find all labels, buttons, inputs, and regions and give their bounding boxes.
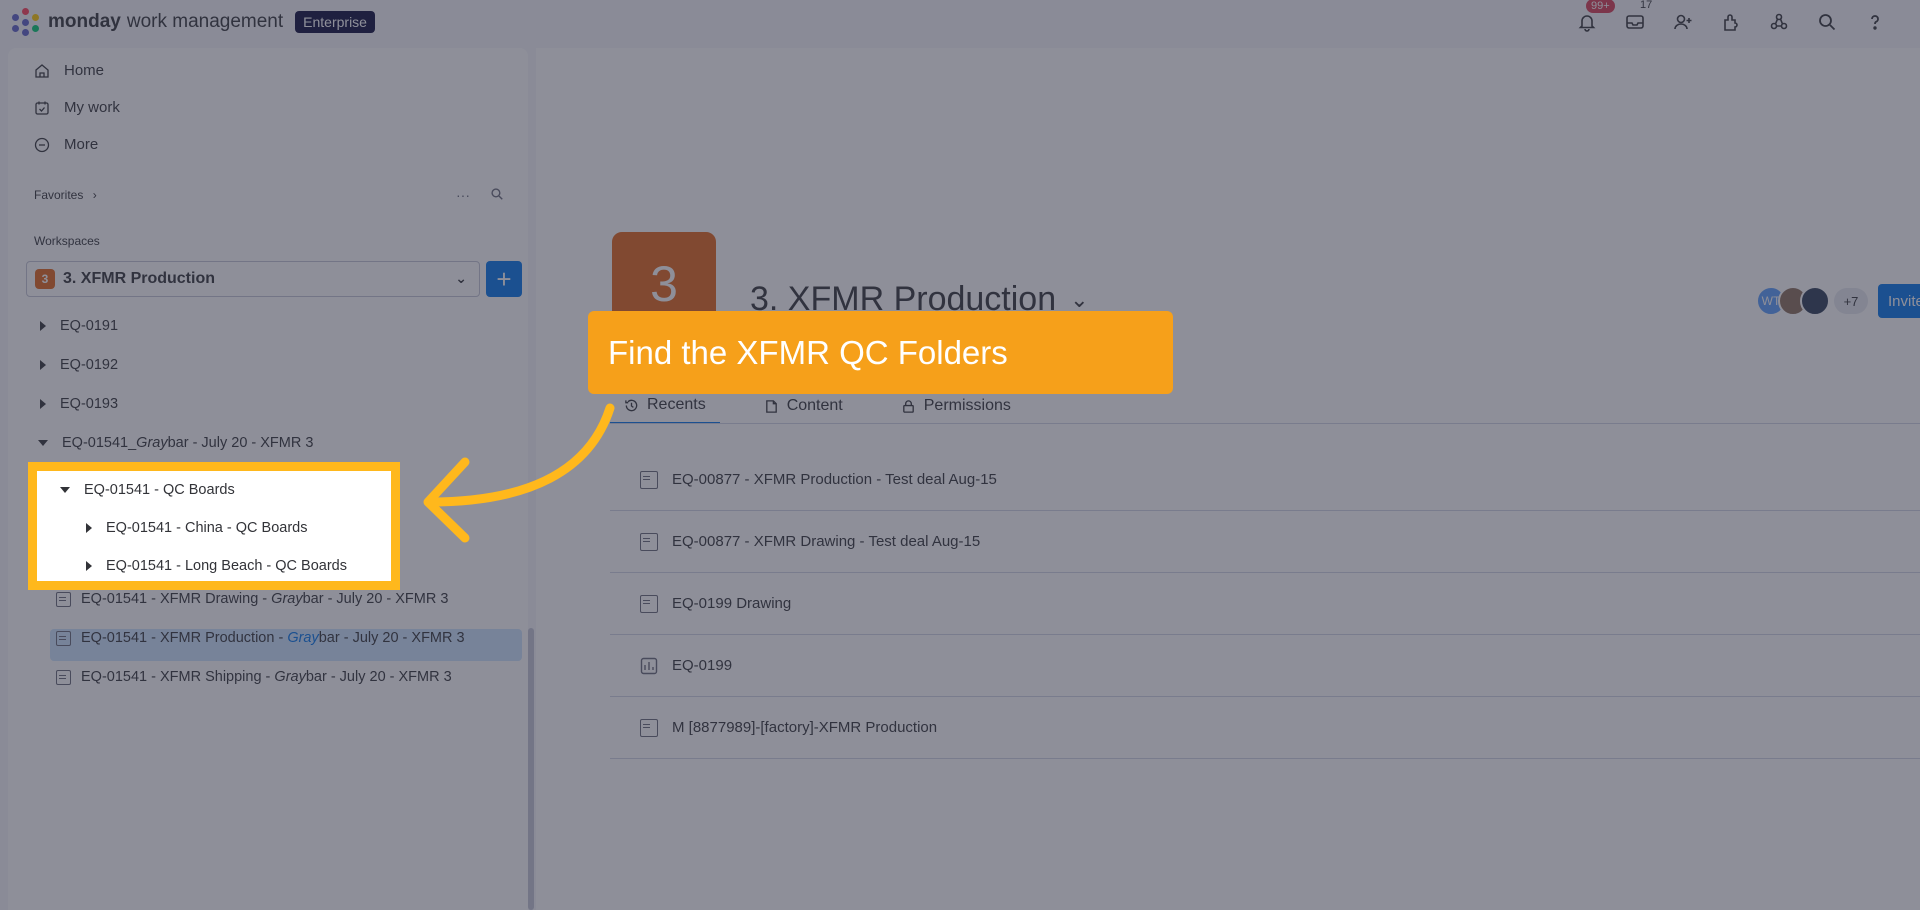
workflows-icon[interactable] (1768, 11, 1790, 33)
board-icon (640, 470, 658, 489)
invite-member-icon[interactable] (1672, 11, 1694, 33)
caret-down-icon (38, 440, 48, 446)
tree-item-label: EQ-0191 (60, 318, 119, 334)
tree-item-label: EQ-01541 - XFMR Production - Graybar - J… (81, 630, 465, 646)
sidebar-item-label: My work (64, 99, 120, 116)
recent-item-label: EQ-00877 - XFMR Drawing - Test deal Aug-… (672, 533, 981, 550)
highlight-frame (28, 462, 400, 590)
sidebar-item-my-work[interactable]: My work (34, 99, 120, 116)
board-xfmr-shipping[interactable]: EQ-01541 - XFMR Shipping - Graybar - Jul… (56, 669, 452, 685)
brand-sub: work management (126, 11, 284, 32)
lock-icon (902, 399, 914, 413)
avatar-more-count: +7 (1834, 288, 1868, 314)
monday-logo-icon (12, 8, 40, 36)
sidebar-item-label: More (64, 136, 99, 153)
search-icon[interactable] (490, 187, 504, 201)
sidebar-item-home[interactable]: Home (34, 62, 104, 79)
folder-eq-0191[interactable]: EQ-0191 (40, 318, 118, 334)
tree-item-label: EQ-01541_Graybar - July 20 - XFMR 3 (62, 435, 314, 451)
inbox-count: 17 (1640, 0, 1653, 11)
recent-item-label: EQ-0199 Drawing (672, 595, 792, 612)
inbox-icon[interactable]: 17 (1624, 0, 1652, 33)
caret-right-icon (40, 360, 46, 370)
logo[interactable]: monday work management Enterprise (12, 8, 375, 36)
caret-right-icon (40, 399, 46, 409)
list-item[interactable]: EQ-0199 Drawing (610, 573, 1920, 635)
tabs-divider (610, 423, 1920, 424)
members-avatars[interactable]: WT +7 (1756, 286, 1868, 316)
board-icon (640, 594, 658, 613)
plan-badge: Enterprise (295, 11, 375, 33)
workspace-name: 3. XFMR Production (63, 270, 215, 287)
tree-item-label: EQ-01541 - XFMR Shipping - Graybar - Jul… (81, 669, 452, 685)
sidebar-item-more[interactable]: More (34, 136, 98, 153)
tab-label: Permissions (923, 397, 1011, 414)
tree-item-label: EQ-0193 (60, 396, 119, 412)
workspace-more-icon[interactable]: ··· (456, 187, 470, 203)
board-icon (56, 630, 71, 646)
board-icon (640, 532, 658, 551)
sidebar-scrollbar[interactable] (528, 628, 534, 910)
chevron-down-icon: ⌄ (1070, 286, 1089, 312)
board-xfmr-drawing[interactable]: EQ-01541 - XFMR Drawing - Graybar - July… (56, 591, 448, 607)
folder-eq-0193[interactable]: EQ-0193 (40, 396, 118, 412)
more-circle-icon (34, 137, 50, 152)
workspace-selector[interactable]: 3 3. XFMR Production ⌄ (26, 261, 480, 297)
search-icon[interactable] (1816, 11, 1838, 33)
apps-icon[interactable] (1720, 11, 1742, 33)
top-bar: monday work management Enterprise 99+ 17 (0, 0, 1920, 44)
recent-item-label: M [8877989]-[factory]-XFMR Production (672, 719, 938, 736)
favorites-section[interactable]: Favorites › (34, 188, 97, 202)
add-item-button[interactable]: + (486, 261, 522, 297)
home-icon (35, 63, 49, 78)
content-icon (765, 399, 777, 413)
favorites-label: Favorites (34, 188, 84, 202)
list-item[interactable]: M [8877989]-[factory]-XFMR Production (610, 697, 1920, 759)
folder-eq-01541[interactable]: EQ-01541_Graybar - July 20 - XFMR 3 (38, 435, 313, 451)
tab-label: Content (786, 397, 843, 414)
list-item[interactable]: EQ-0199 (610, 635, 1920, 697)
tab-label: Recents (647, 396, 706, 413)
workspace-icon: 3 (35, 269, 55, 289)
brand-name: monday (48, 11, 121, 32)
bell-icon[interactable]: 99+ (1576, 0, 1615, 33)
tutorial-callout: Find the XFMR QC Folders (588, 311, 1173, 394)
invite-button[interactable]: Invite (1878, 284, 1920, 318)
folder-eq-0192[interactable]: EQ-0192 (40, 357, 118, 373)
avatar (1800, 286, 1830, 316)
board-icon (640, 718, 658, 737)
chevron-right-icon: › (92, 188, 97, 202)
tree-item-label: EQ-0192 (60, 357, 119, 373)
list-item[interactable]: EQ-00877 - XFMR Drawing - Test deal Aug-… (610, 511, 1920, 573)
caret-right-icon (40, 321, 46, 331)
notifications-badge: 99+ (1586, 0, 1615, 13)
sidebar-item-label: Home (64, 62, 105, 79)
list-item[interactable]: EQ-00877 - XFMR Production - Test deal A… (610, 449, 1920, 511)
recent-item-label: EQ-0199 (672, 657, 733, 674)
tree-item-label: EQ-01541 - XFMR Drawing - Graybar - July… (81, 591, 449, 607)
board-icon (56, 669, 71, 685)
dashboard-icon (640, 657, 658, 674)
calendar-check-icon (35, 101, 49, 115)
workspaces-label: Workspaces (34, 234, 100, 248)
chevron-down-icon: ⌄ (455, 270, 467, 286)
help-icon[interactable] (1864, 11, 1886, 33)
board-icon (56, 591, 71, 607)
recent-item-label: EQ-00877 - XFMR Production - Test deal A… (672, 471, 997, 488)
board-xfmr-production[interactable]: EQ-01541 - XFMR Production - Graybar - J… (56, 630, 465, 646)
pointer-arrow-icon (423, 403, 615, 543)
